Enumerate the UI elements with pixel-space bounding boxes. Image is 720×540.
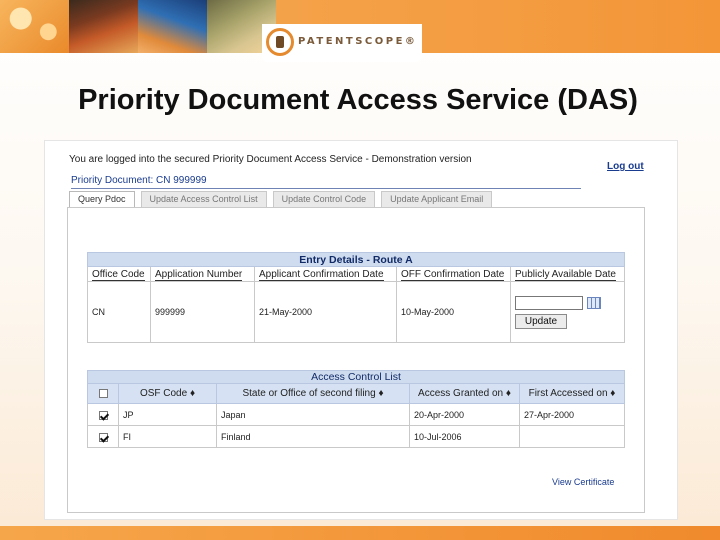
patentscope-logo: PATENTSCOPE® [262, 24, 422, 62]
office-code-cell: CN [87, 281, 151, 343]
column-header: Office Code [87, 266, 151, 282]
tab-bar: Query Pdoc Update Access Control List Up… [69, 191, 493, 208]
osf-code-sort-header[interactable]: OSF Code ♦ [118, 383, 217, 404]
first-accessed-cell: 27-Apr-2000 [519, 403, 625, 426]
column-header: OFF Confirmation Date [396, 266, 511, 282]
banner-image [69, 0, 138, 53]
column-header: Publicly Available Date [510, 266, 625, 282]
magnifier-icon [266, 28, 294, 56]
footer-bar [0, 526, 720, 540]
applicant-confirmation-date-cell: 21-May-2000 [254, 281, 397, 343]
access-granted-cell: 20-Apr-2000 [409, 403, 520, 426]
logout-link[interactable]: Log out [607, 161, 644, 172]
application-number-cell: 999999 [150, 281, 255, 343]
banner-image [138, 0, 207, 53]
row-checkbox-cell [87, 403, 119, 426]
tab-update-control-code[interactable]: Update Control Code [272, 191, 376, 208]
state-cell: Japan [216, 403, 410, 426]
priority-document-label: Priority Document: CN 999999 [71, 175, 581, 189]
row-checkbox[interactable] [98, 432, 108, 442]
column-header: Application Number [150, 266, 255, 282]
tab-query-pdoc[interactable]: Query Pdoc [69, 191, 135, 208]
state-cell: Finland [216, 425, 410, 448]
banner-image-strip [0, 0, 276, 53]
column-header: Applicant Confirmation Date [254, 266, 397, 282]
banner-image [0, 0, 69, 53]
off-confirmation-date-cell: 10-May-2000 [396, 281, 511, 343]
das-screenshot-panel: You are logged into the secured Priority… [44, 140, 678, 520]
osf-code-cell: FI [118, 425, 217, 448]
calendar-icon[interactable] [587, 296, 601, 309]
first-accessed-sort-header[interactable]: First Accessed on ♦ [519, 383, 625, 404]
table-row: JP Japan 20-Apr-2000 27-Apr-2000 [87, 403, 625, 426]
logo-text: PATENTSCOPE® [298, 36, 418, 47]
tab-update-applicant-email[interactable]: Update Applicant Email [381, 191, 493, 208]
entry-details-caption: Entry Details - Route A [87, 252, 625, 267]
view-certificate-link[interactable]: View Certificate [552, 477, 614, 487]
access-control-caption: Access Control List [87, 370, 625, 384]
table-row: FI Finland 10-Jul-2006 [87, 425, 625, 448]
logged-in-message: You are logged into the secured Priority… [69, 154, 472, 165]
table-row: CN 999999 21-May-2000 10-May-2000 Update [87, 281, 625, 343]
slide-title: Priority Document Access Service (DAS) [78, 84, 638, 116]
access-granted-sort-header[interactable]: Access Granted on ♦ [409, 383, 520, 404]
entry-details-table: Entry Details - Route A Office Code Appl… [87, 252, 625, 343]
access-granted-cell: 10-Jul-2006 [409, 425, 520, 448]
select-all-checkbox[interactable] [98, 388, 108, 398]
publicly-available-date-cell: Update [510, 281, 625, 343]
access-control-list-table: Access Control List OSF Code ♦ State or … [87, 370, 625, 448]
row-checkbox-cell [87, 425, 119, 448]
row-checkbox[interactable] [98, 410, 108, 420]
select-all-checkbox-header[interactable] [87, 383, 119, 404]
update-button[interactable]: Update [515, 313, 567, 329]
tab-update-access-control-list[interactable]: Update Access Control List [140, 191, 267, 208]
first-accessed-cell [519, 425, 625, 448]
state-sort-header[interactable]: State or Office of second filing ♦ [216, 383, 410, 404]
osf-code-cell: JP [118, 403, 217, 426]
tab-content: Entry Details - Route A Office Code Appl… [67, 207, 645, 513]
publicly-available-date-input[interactable] [515, 295, 583, 310]
